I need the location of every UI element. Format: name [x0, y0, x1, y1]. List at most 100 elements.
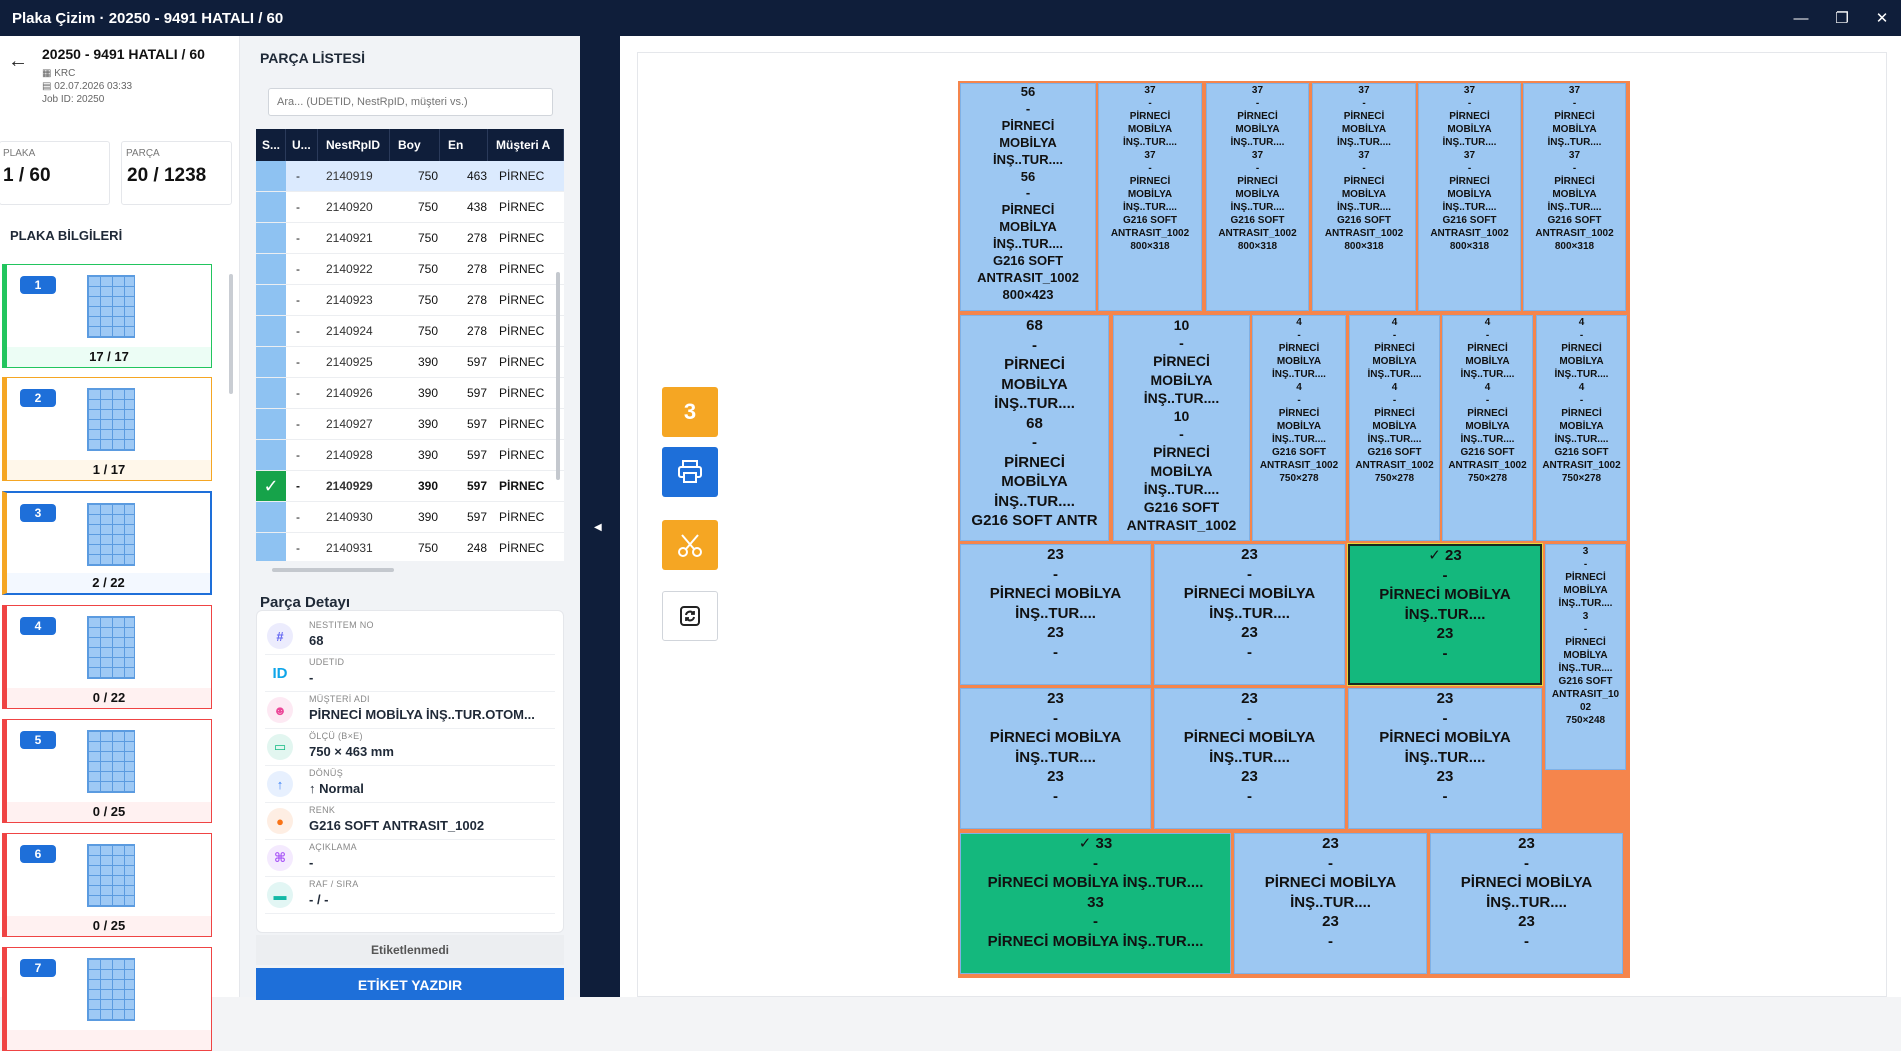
table-row[interactable]: - 2140930 390 597 PİRNEC — [256, 502, 564, 533]
minimize-icon[interactable]: — — [1779, 0, 1823, 36]
detail-field-value: - — [309, 855, 314, 870]
plate-number-badge: 1 — [20, 276, 56, 294]
plate-part[interactable]: 37 - PİRNECİ MOBİLYA İNŞ..TUR.... 37 - P… — [1206, 83, 1309, 311]
print-button[interactable] — [662, 447, 718, 497]
row-boy-cell: 390 — [417, 416, 438, 431]
plate-part[interactable]: 23 - PİRNECİ MOBİLYA İNŞ..TUR.... 23 - — [960, 544, 1151, 685]
plate-part-label: 4 - PİRNECİ MOBİLYA İNŞ..TUR.... 4 - PİR… — [1448, 317, 1527, 484]
row-en-cell: 597 — [466, 478, 487, 493]
row-musteri-cell: PİRNEC — [499, 354, 545, 369]
parts-search-input[interactable] — [268, 88, 553, 116]
col-header-u[interactable]: U... — [286, 129, 318, 161]
plate-part[interactable]: 4 - PİRNECİ MOBİLYA İNŞ..TUR.... 4 - PİR… — [1442, 315, 1533, 541]
plate-part[interactable]: 10 - PİRNECİ MOBİLYA İNŞ..TUR.... 10 - P… — [1113, 315, 1250, 541]
stat-parca-label: PARÇA — [126, 148, 160, 159]
table-row[interactable]: - 2140920 750 438 PİRNEC — [256, 192, 564, 223]
detail-field-value: 68 — [309, 633, 324, 648]
plate-list-scrollbar[interactable] — [229, 274, 233, 394]
detail-field: ↑ DÖNÜŞ ↑ Normal — [265, 766, 555, 803]
table-row[interactable]: ✓ - 2140929 390 597 PİRNEC — [256, 471, 564, 502]
collapse-strip[interactable]: ◀ — [580, 36, 620, 997]
plate-number-badge: 2 — [20, 389, 56, 407]
cut-button[interactable] — [662, 520, 718, 570]
table-row[interactable]: - 2140919 750 463 PİRNEC — [256, 161, 564, 192]
detail-field-value: - — [309, 670, 314, 685]
plate-part[interactable]: ✓ 33 - PİRNECİ MOBİLYA İNŞ..TUR.... 33 -… — [960, 833, 1231, 974]
parts-table: S... U... NestRpID Boy En Müşteri A - 214… — [256, 129, 564, 561]
row-status-cell — [256, 533, 286, 561]
plate-part[interactable]: 37 - PİRNECİ MOBİLYA İNŞ..TUR.... 37 - P… — [1098, 83, 1202, 311]
plate-part-count: 0 / 22 — [7, 688, 211, 708]
collapse-arrow-icon[interactable]: ◀ — [594, 522, 602, 533]
row-boy-cell: 750 — [417, 261, 438, 276]
table-row[interactable]: - 2140923 750 278 PİRNEC — [256, 285, 564, 316]
plate-part[interactable]: 37 - PİRNECİ MOBİLYA İNŞ..TUR.... 37 - P… — [1523, 83, 1626, 311]
label-status: Etiketlenmedi — [256, 935, 564, 965]
table-row[interactable]: - 2140927 390 597 PİRNEC — [256, 409, 564, 440]
table-row[interactable]: - 2140924 750 278 PİRNEC — [256, 316, 564, 347]
maximize-icon[interactable]: ❐ — [1820, 0, 1864, 36]
plate-part[interactable]: 23 - PİRNECİ MOBİLYA İNŞ..TUR.... 23 - — [1154, 688, 1345, 829]
table-row[interactable]: - 2140926 390 597 PİRNEC — [256, 378, 564, 409]
plate-part[interactable]: 23 - PİRNECİ MOBİLYA İNŞ..TUR.... 23 - — [1430, 833, 1623, 974]
plate-part[interactable]: 37 - PİRNECİ MOBİLYA İNŞ..TUR.... 37 - P… — [1312, 83, 1416, 311]
back-arrow-icon[interactable]: ← — [8, 50, 28, 73]
col-header-s[interactable]: S... — [256, 129, 286, 161]
plate-part-label: 37 - PİRNECİ MOBİLYA İNŞ..TUR.... 37 - P… — [1218, 85, 1297, 252]
table-horizontal-scrollbar[interactable] — [272, 568, 394, 572]
col-header-en[interactable]: En — [440, 129, 488, 161]
part-count-button[interactable]: 3 — [662, 387, 718, 437]
plate-part[interactable]: ✓ 23 - PİRNECİ MOBİLYA İNŞ..TUR.... 23 - — [1347, 543, 1543, 686]
plate-card-5[interactable]: 5 0 / 25 — [2, 719, 212, 823]
plate-card-2[interactable]: 2 1 / 17 — [2, 377, 212, 481]
detail-field-label: NESTITEM NO — [309, 620, 374, 630]
printer-icon — [678, 460, 702, 483]
table-vertical-scrollbar[interactable] — [556, 272, 560, 480]
row-status-cell — [256, 285, 286, 315]
row-musteri-cell: PİRNEC — [499, 292, 545, 307]
plate-card-6[interactable]: 6 0 / 25 — [2, 833, 212, 937]
row-udetid-cell: - — [296, 416, 300, 431]
col-header-nestrpid[interactable]: NestRpID — [318, 129, 390, 161]
plate-part[interactable]: 4 - PİRNECİ MOBİLYA İNŞ..TUR.... 4 - PİR… — [1252, 315, 1346, 541]
plate-part[interactable]: 56 - PİRNECİ MOBİLYA İNŞ..TUR.... 56 - P… — [960, 83, 1096, 311]
plate-part-label: ✓ 33 - PİRNECİ MOBİLYA İNŞ..TUR.... 33 -… — [987, 835, 1204, 950]
plate-part[interactable]: 23 - PİRNECİ MOBİLYA İNŞ..TUR.... 23 - — [1348, 688, 1542, 829]
plate-part[interactable]: 23 - PİRNECİ MOBİLYA İNŞ..TUR.... 23 - — [1154, 544, 1345, 685]
detail-field: ☻ MÜŞTERİ ADI PİRNECİ MOBİLYA İNŞ..TUR.OTO… — [265, 692, 555, 729]
refresh-button[interactable] — [662, 591, 718, 641]
plate-part[interactable]: 4 - PİRNECİ MOBİLYA İNŞ..TUR.... 4 - PİR… — [1349, 315, 1440, 541]
table-row[interactable]: - 2140921 750 278 PİRNEC — [256, 223, 564, 254]
plate-part[interactable]: 3 - PİRNECİ MOBİLYA İNŞ..TUR.... 3 - PİR… — [1545, 544, 1626, 770]
table-row[interactable]: - 2140925 390 597 PİRNEC — [256, 347, 564, 378]
plate-part-label: 56 - PİRNECİ MOBİLYA İNŞ..TUR.... 56 - P… — [977, 84, 1079, 302]
detail-field-label: ÖLÇÜ (B×E) — [309, 731, 363, 741]
plate-part[interactable]: 68 - PİRNECİ MOBİLYA İNŞ..TUR.... 68 - P… — [960, 315, 1109, 541]
plate-part[interactable]: 23 - PİRNECİ MOBİLYA İNŞ..TUR.... 23 - — [1234, 833, 1427, 974]
plate-canvas[interactable]: 56 - PİRNECİ MOBİLYA İNŞ..TUR.... 56 - P… — [958, 81, 1630, 978]
table-row[interactable]: - 2140928 390 597 PİRNEC — [256, 440, 564, 471]
stat-plaka: PLAKA 1 / 60 — [0, 141, 110, 205]
col-header-musteri[interactable]: Müşteri A — [488, 129, 564, 161]
plate-part[interactable]: 37 - PİRNECİ MOBİLYA İNŞ..TUR.... 37 - P… — [1418, 83, 1521, 311]
plate-part-label: 4 - PİRNECİ MOBİLYA İNŞ..TUR.... 4 - PİR… — [1542, 317, 1621, 484]
table-row[interactable]: - 2140931 750 248 PİRNEC — [256, 533, 564, 561]
print-label-button[interactable]: ETİKET YAZDIR — [256, 968, 564, 1000]
row-udetid-cell: - — [296, 385, 300, 400]
row-musteri-cell: PİRNEC — [499, 230, 545, 245]
plate-card-3[interactable]: 3 2 / 22 — [2, 491, 212, 595]
row-udetid-cell: - — [296, 230, 300, 245]
close-icon[interactable]: ✕ — [1860, 0, 1901, 36]
row-en-cell: 438 — [466, 199, 487, 214]
row-udetid-cell: - — [296, 261, 300, 276]
hash-icon: # — [267, 623, 293, 649]
plate-card-4[interactable]: 4 0 / 22 — [2, 605, 212, 709]
table-row[interactable]: - 2140922 750 278 PİRNEC — [256, 254, 564, 285]
plate-part[interactable]: 23 - PİRNECİ MOBİLYA İNŞ..TUR.... 23 - — [960, 688, 1151, 829]
job-id: Job ID: 20250 — [42, 94, 105, 105]
plate-card-1[interactable]: 1 17 / 17 — [2, 264, 212, 368]
plate-part[interactable]: 4 - PİRNECİ MOBİLYA İNŞ..TUR.... 4 - PİR… — [1536, 315, 1627, 541]
col-header-boy[interactable]: Boy — [390, 129, 440, 161]
row-status-cell: ✓ — [256, 471, 286, 501]
plate-card-7[interactable]: 7 — [2, 947, 212, 1051]
